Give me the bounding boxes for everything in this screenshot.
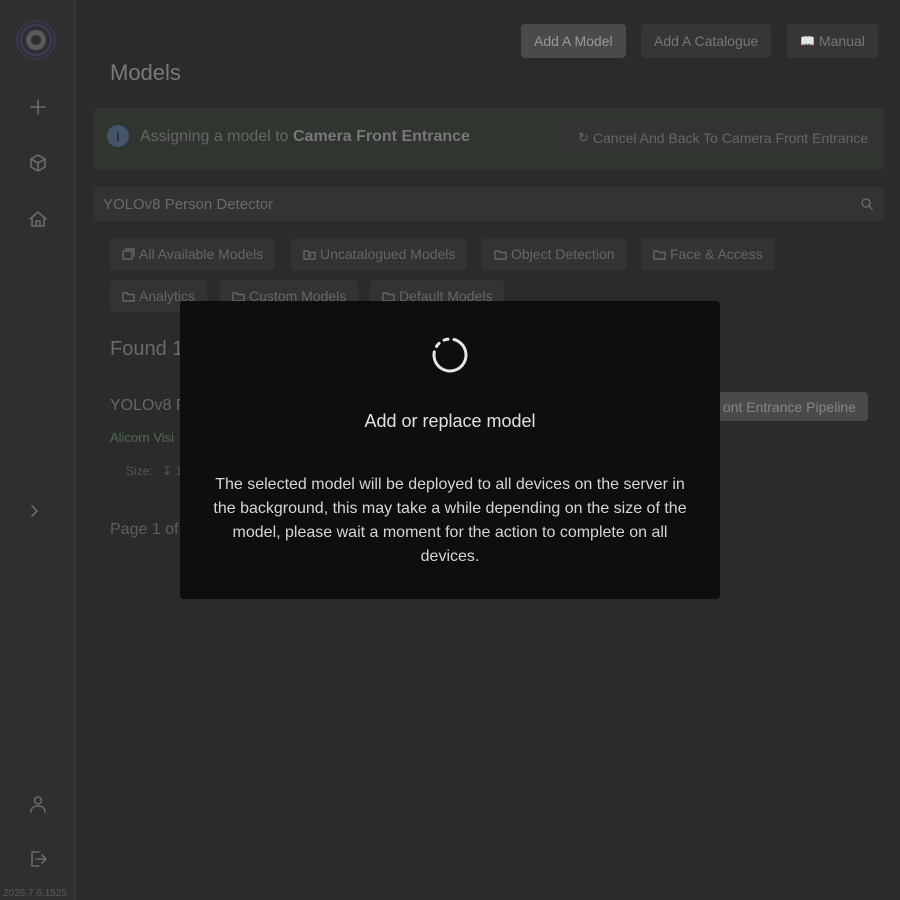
model-vendor: Alicorn Visi (110, 430, 175, 445)
home-icon[interactable] (22, 203, 54, 235)
catalogue-chip-uncatalogued[interactable]: Uncatalogued Models (291, 238, 468, 270)
app-version: 2026.7.6.1525 (3, 888, 67, 899)
add-catalogue-button[interactable]: Add A Catalogue (641, 24, 772, 58)
alert-prefix: Assigning a model to (140, 128, 293, 145)
chip-label: All Available Models (139, 246, 264, 262)
chip-label: Face & Access (670, 246, 763, 262)
catalogue-chip-all[interactable]: All Available Models (110, 238, 276, 270)
app-logo-icon[interactable] (14, 18, 58, 62)
layers-icon (122, 247, 135, 260)
cancel-back-button[interactable]: ↻ Cancel And Back To Camera Front Entran… (564, 124, 883, 152)
chip-label: Uncatalogued Models (320, 246, 456, 262)
alert-text: Assigning a model to Camera Front Entran… (140, 128, 470, 146)
dialog-title: Add or replace model (364, 411, 536, 431)
manual-button[interactable]: 📖 Manual (787, 24, 878, 58)
folder-icon (653, 249, 666, 260)
manual-label: Manual (818, 33, 865, 49)
add-model-button[interactable]: Add A Model (521, 24, 626, 58)
model-size: Size: ↧ 1 (126, 464, 182, 478)
folder-icon (494, 249, 507, 260)
results-count: Found 1 (110, 338, 184, 360)
loading-dialog: Add or replace model The selected model … (180, 301, 720, 599)
loading-spinner-icon (432, 337, 468, 373)
info-icon: i (107, 125, 129, 147)
size-label: Size: (126, 464, 153, 478)
undo-icon: ↻ (578, 130, 589, 145)
logout-icon[interactable] (22, 843, 54, 875)
alert-camera: Camera Front Entrance (292, 128, 470, 145)
chip-label: Object Detection (511, 246, 615, 262)
sidebar: 2026.7.6.1525 (0, 0, 76, 900)
pagination-info: Page 1 of (110, 521, 179, 538)
folder-icon (122, 291, 135, 302)
search-value: YOLOv8 Person Detector (103, 196, 274, 213)
add-icon[interactable] (22, 91, 54, 123)
catalogue-chip-object-detection[interactable]: Object Detection (482, 238, 627, 270)
cube-icon[interactable] (22, 147, 54, 179)
folder-icon (303, 249, 316, 260)
catalogue-chip-face-access[interactable]: Face & Access (641, 238, 775, 270)
page-title: Models (110, 60, 181, 85)
book-icon: 📖 (800, 34, 815, 48)
user-icon[interactable] (22, 788, 54, 820)
dialog-message: The selected model will be deployed to a… (213, 476, 687, 565)
cancel-back-label: Cancel And Back To Camera Front Entrance (592, 130, 869, 146)
download-icon: ↧ (162, 464, 173, 478)
search-icon[interactable] (860, 197, 874, 211)
chevron-right-icon[interactable] (18, 495, 50, 527)
search-input[interactable]: YOLOv8 Person Detector (94, 187, 884, 221)
assign-alert: i Assigning a model to Camera Front Entr… (94, 108, 884, 170)
